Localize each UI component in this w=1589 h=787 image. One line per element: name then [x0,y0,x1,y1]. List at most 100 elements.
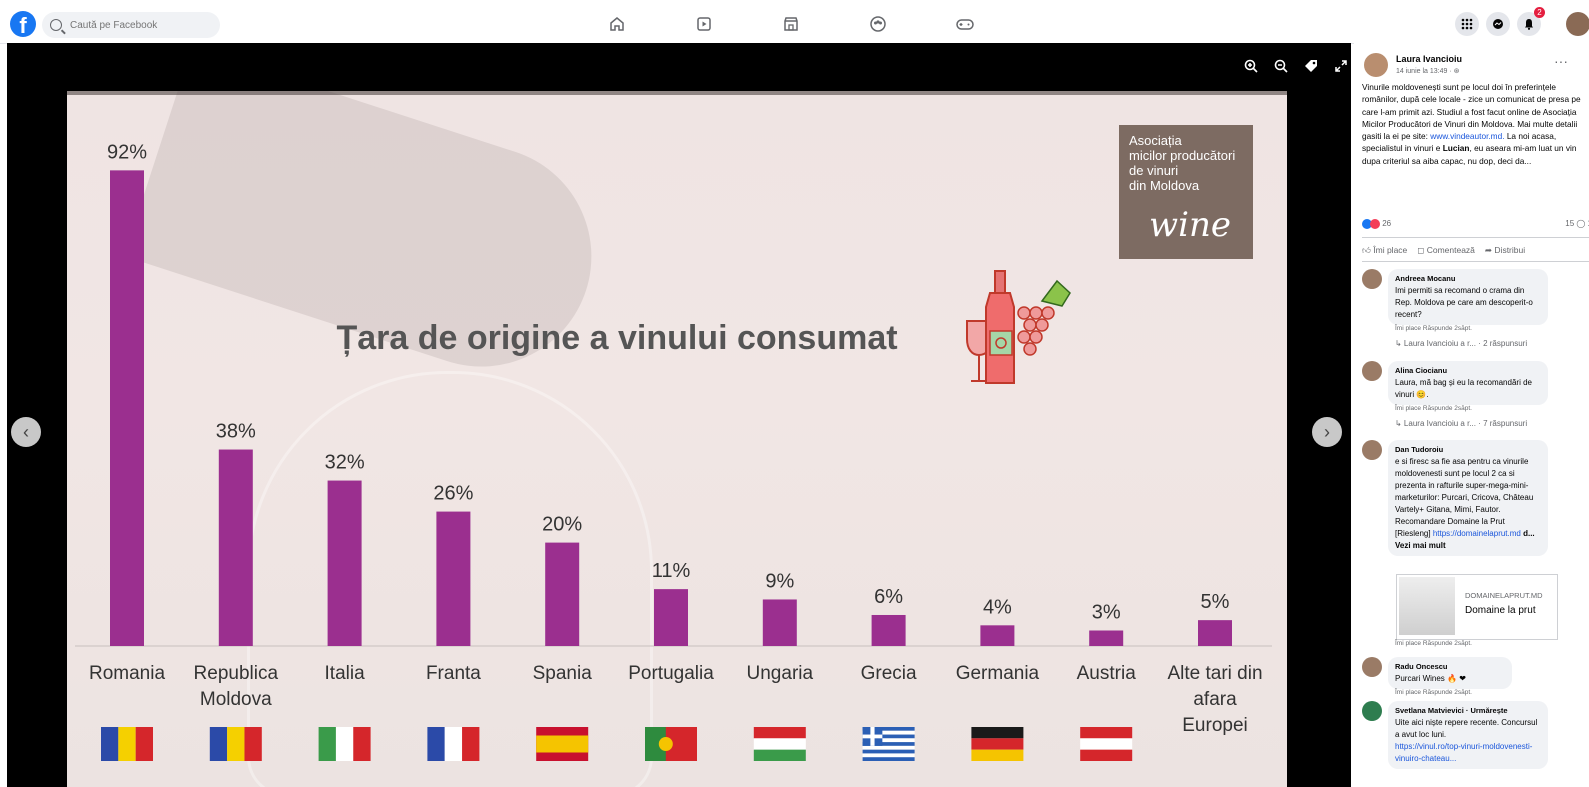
zoom-out-icon[interactable] [1272,57,1290,75]
category-label: Grecia [861,663,917,684]
association-name: Asociația micilor producători de vinuri … [1129,133,1236,193]
tag-icon[interactable] [1302,57,1320,75]
bar-republica-moldova [218,449,253,646]
category-label: Italia [325,663,366,684]
post-author[interactable]: Laura Ivancioiu [1396,54,1462,64]
bar-portugalia [654,589,688,646]
value-label: 4% [983,596,1012,618]
comment-icon: ◻ [1417,245,1425,255]
comment-text: Imi permiti sa recomand o crama din Rep.… [1395,286,1533,319]
search-input[interactable] [68,18,212,32]
slide-image: Țara de origine a vinului consumat 92% Ro… [67,91,1287,787]
notifications-icon[interactable]: 2 [1517,7,1545,36]
flag-grecia-icon [862,727,915,761]
association-logo: Asociația micilor producători de vinuri … [1119,125,1253,259]
comment-bubble: Radu Oncescu Purcari Wines 🔥 ❤ [1388,657,1512,689]
next-photo-arrow-icon[interactable]: › [1312,417,1342,447]
flag-germania-icon [971,727,1024,761]
commenter-name[interactable]: Andreea Mocanu [1395,273,1541,285]
comment-meta[interactable]: Îmi place Răspunde 2săpt. [1395,640,1472,647]
messenger-icon[interactable] [1486,12,1510,36]
comments-count[interactable]: 15 ◯ 1 [1565,219,1589,228]
category-label: Europei [1182,715,1248,736]
comment-bubble: Andreea Mocanu Imi permiti sa recomand o… [1388,269,1548,325]
comment-meta[interactable]: Îmi place Răspunde 2săpt. [1395,325,1472,332]
watch-icon[interactable] [692,12,716,36]
comment-button[interactable]: ◻ Comentează [1417,245,1475,256]
category-label: Romania [89,663,165,684]
flag-austria-icon [1080,727,1133,761]
post-link[interactable]: www.vindeautor.md. [1430,131,1504,141]
value-label: 32% [325,452,365,474]
commenter-avatar[interactable] [1362,701,1382,721]
groups-icon[interactable] [866,12,890,36]
comment-text: Laura, mă bag și eu la recomandări de vi… [1395,378,1532,399]
value-label: 38% [216,421,256,443]
value-label: 11% [652,560,691,582]
replies-link[interactable]: ↳ Laura Ivancioiu a r... · 7 răspunsuri [1395,419,1527,428]
commenter-name[interactable]: Radu Oncescu [1395,661,1505,673]
category-label: Portugalia [628,663,714,684]
category-label: Franta [426,663,481,684]
love-reaction-icon[interactable] [1370,219,1380,229]
profile-avatar[interactable] [1566,12,1589,36]
marketplace-icon[interactable] [779,12,803,36]
gaming-icon[interactable] [953,12,977,36]
comment-bubble: Svetlana Matvievici · Urmărește Uite aic… [1388,701,1548,769]
previous-photo-arrow-icon[interactable]: ‹ [11,417,41,447]
comment-text-body: e si firesc sa fie asa pentru ca vinuril… [1395,457,1534,538]
reaction-count[interactable]: 26 [1382,219,1391,228]
divider [1362,237,1589,238]
comment-link[interactable]: https://domainelaprut.md [1433,529,1521,538]
link-preview-image [1399,577,1455,635]
comment-label: Comentează [1426,245,1475,255]
bar-ungaria [762,599,797,646]
flag-spania-icon [536,727,589,761]
top-bar: f 2 [0,0,1589,44]
replies-link[interactable]: ↳ Laura Ivancioiu a r... · 2 răspunsuri [1395,339,1527,348]
author-avatar[interactable] [1364,53,1388,77]
commenter-avatar[interactable] [1362,440,1382,460]
divider [1362,261,1589,262]
share-label: Distribui [1494,245,1526,255]
comment-link[interactable]: https://vinul.ro/top-vinuri-moldovenesti… [1395,741,1541,765]
thumbs-up-icon: 👍︎ [1362,245,1371,255]
flag-portugalia-icon [645,727,697,761]
comment-meta[interactable]: Îmi place Răspunde 2săpt. [1395,689,1472,696]
comment-text: e si firesc sa fie asa pentru ca vinuril… [1395,456,1541,552]
link-preview-domain: DOMAINELAPRUT.MD [1465,591,1543,600]
post-panel: Laura Ivancioiu 14 iunie la 13:49 · ⊛ ··… [1354,43,1589,787]
commenter-avatar[interactable] [1362,361,1382,381]
comment-bubble: Alina Ciocianu Laura, mă bag și eu la re… [1388,361,1548,405]
zoom-in-icon[interactable] [1242,57,1260,75]
like-button[interactable]: 👍︎ Îmi place [1362,245,1407,256]
value-label: 5% [1201,591,1230,613]
commenter-avatar[interactable] [1362,657,1382,677]
link-preview-card[interactable]: DOMAINELAPRUT.MD Domaine la prut [1396,574,1558,640]
value-label: 26% [433,483,473,505]
share-button[interactable]: ➦ Distribui [1485,245,1525,256]
value-label: 6% [874,586,903,608]
more-options-icon[interactable]: ··· [1554,53,1568,69]
comment-meta[interactable]: Îmi place Răspunde 2săpt. [1395,405,1472,412]
flag-republica-moldova-icon [209,727,262,761]
search-box[interactable] [42,12,220,38]
post-date[interactable]: 14 iunie la 13:49 · ⊛ [1396,67,1459,75]
fullscreen-icon[interactable] [1332,57,1350,75]
bar-chart: Țara de origine a vinului consumat 92% Ro… [75,141,1272,761]
like-label: Îmi place [1373,245,1408,255]
bar-austria [1089,630,1124,646]
commenter-name[interactable]: Dan Tudoroiu [1395,444,1541,456]
search-icon [50,19,62,31]
commenter-avatar[interactable] [1362,269,1382,289]
post-text: Vinurile moldovenești sunt pe locul doi … [1362,81,1589,167]
commenter-name[interactable]: Svetlana Matvievici · Urmărește [1395,705,1541,717]
category-label: Germania [956,663,1040,684]
value-label: 9% [765,570,794,592]
facebook-logo-icon[interactable]: f [10,11,36,37]
commenter-name[interactable]: Alina Ciocianu [1395,365,1541,377]
home-icon[interactable] [605,12,629,36]
category-label: Spania [533,663,593,684]
chart-title: Țara de origine a vinului consumat [336,319,897,357]
menu-grid-icon[interactable] [1455,12,1479,36]
